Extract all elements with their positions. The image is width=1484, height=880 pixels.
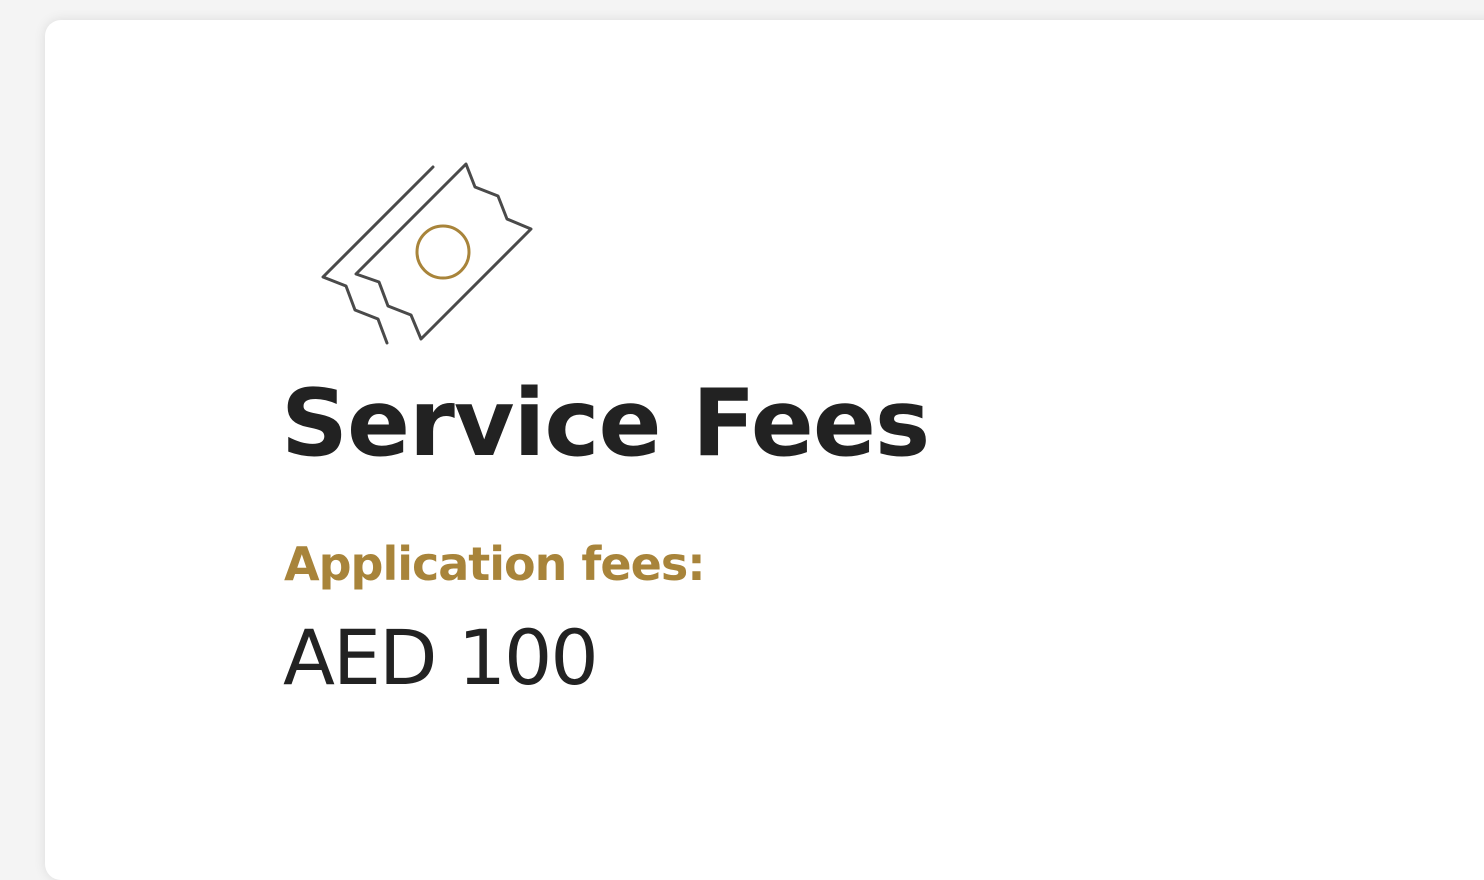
application-fees-value: AED 100 [283, 613, 599, 702]
application-fees-label: Application fees: [284, 537, 706, 591]
service-fees-title: Service Fees [281, 369, 930, 477]
ticket-icon [315, 158, 540, 353]
